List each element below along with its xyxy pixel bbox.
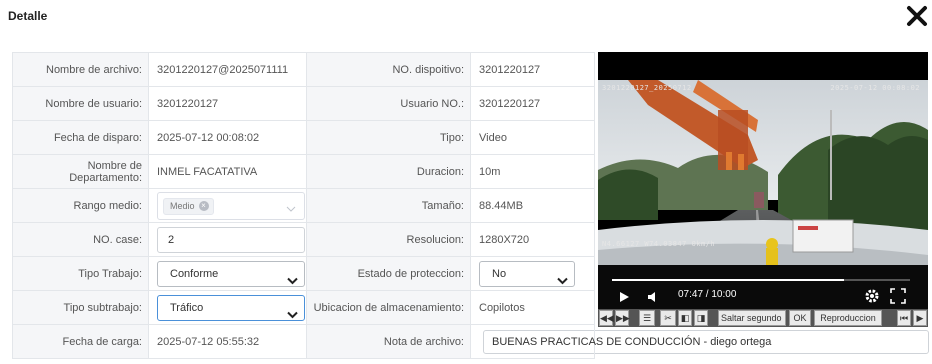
work-type-value: Conforme [170, 267, 219, 280]
file-note-input[interactable]: BUENAS PRACTICAS DE CONDUCCIÓN - diego o… [483, 329, 929, 354]
dialog-title: Detalle [8, 9, 48, 23]
playback-button[interactable]: Reproduccion [814, 310, 882, 326]
scissors-icon[interactable]: ✂ [660, 310, 676, 326]
case-no-input[interactable]: 2 [157, 226, 305, 253]
storage-value: Copilotos [470, 290, 595, 325]
progress-bar[interactable] [612, 279, 910, 281]
video-player[interactable]: 3201220127_20250712 2025-07-12 00:08:02 … [598, 52, 928, 320]
file-name-value: 3201220127@2025071111 [148, 52, 307, 87]
range-tag: Medio × [163, 197, 214, 215]
fullscreen-icon[interactable] [890, 288, 906, 309]
resolution-label: Resolucion: [306, 222, 471, 257]
protection-label: Estado de proteccion: [306, 256, 471, 291]
device-no-value: 3201220127 [470, 52, 595, 87]
protection-value: No [492, 267, 507, 280]
player-toolbar: ◀◀ ▶▶ ☰ ✂ ◧ ◨ Saltar segundo OK Reproduc… [598, 309, 928, 327]
type-label: Tipo: [306, 120, 471, 155]
video-time: 07:47 / 10:00 [678, 289, 737, 300]
file-note-label: Nota de archivo: [306, 324, 471, 359]
protection-select[interactable]: No [479, 260, 575, 287]
next-icon[interactable]: ▶ [913, 310, 927, 326]
storage-label: Ubicacion de almacenamiento: [306, 290, 471, 325]
detail-table: Nombre de archivo: 3201220127@2025071111… [12, 52, 929, 359]
chevron-down-icon [557, 270, 568, 294]
first-icon[interactable]: ⏮ [897, 310, 911, 326]
duration-value: 10m [470, 154, 595, 189]
gear-icon[interactable] [864, 288, 880, 309]
trigger-date-label: Fecha de disparo: [12, 120, 149, 155]
size-label: Tamaño: [306, 188, 471, 223]
user-name-label: Nombre de usuario: [12, 86, 149, 121]
dialog-header: Detalle [0, 0, 932, 34]
device-no-label: NO. dispoitivo: [306, 52, 471, 87]
chevron-down-icon [287, 270, 298, 294]
resolution-value: 1280X720 [470, 222, 595, 257]
volume-icon[interactable] [646, 290, 658, 308]
play-icon[interactable] [618, 290, 630, 308]
department-label: Nombre de Departamento: [12, 154, 149, 189]
osd-bottom: N4.66127 W74.03847 0km/h [602, 240, 716, 248]
video-frame: 3201220127_20250712 2025-07-12 00:08:02 … [598, 80, 928, 320]
range-label: Rango medio: [12, 188, 149, 223]
osd-right: 2025-07-12 00:08:02 [830, 84, 920, 92]
rewind-button[interactable]: ◀◀ [599, 310, 614, 326]
close-icon[interactable] [906, 5, 928, 27]
department-value: INMEL FACATATIVA [148, 154, 307, 189]
ok-button[interactable]: OK [789, 310, 811, 326]
forward-button[interactable]: ▶▶ [615, 310, 630, 326]
work-type-label: Tipo Trabajo: [12, 256, 149, 291]
case-no-label: NO. case: [12, 222, 149, 257]
user-name-value: 3201220127 [148, 86, 307, 121]
next-frame-button[interactable]: ◨ [694, 310, 708, 326]
range-multiselect[interactable]: Medio × [157, 191, 305, 220]
range-tag-label: Medio [170, 200, 195, 211]
upload-date-label: Fecha de carga: [12, 324, 149, 359]
trigger-date-value: 2025-07-12 00:08:02 [148, 120, 307, 155]
chevron-down-icon[interactable] [286, 203, 296, 215]
duration-label: Duracion: [306, 154, 471, 189]
prev-frame-button[interactable]: ◧ [678, 310, 692, 326]
upload-date-value: 2025-07-12 05:55:32 [148, 324, 307, 359]
osd-left: 3201220127_20250712 [602, 84, 692, 92]
user-no-value: 3201220127 [470, 86, 595, 121]
work-subtype-label: Tipo subtrabajo: [12, 290, 149, 325]
list-icon[interactable]: ☰ [639, 310, 655, 326]
tag-remove-icon[interactable]: × [198, 201, 209, 212]
chevron-down-icon [287, 304, 298, 328]
progress-fill [612, 279, 844, 281]
work-subtype-select[interactable]: Tráfico [157, 294, 305, 321]
work-type-select[interactable]: Conforme [157, 260, 305, 287]
user-no-label: Usuario NO.: [306, 86, 471, 121]
size-value: 88.44MB [470, 188, 595, 223]
file-name-label: Nombre de archivo: [12, 52, 149, 87]
work-subtype-value: Tráfico [170, 301, 204, 314]
type-value: Video [470, 120, 595, 155]
seek-seconds-input[interactable]: Saltar segundo [718, 310, 786, 326]
